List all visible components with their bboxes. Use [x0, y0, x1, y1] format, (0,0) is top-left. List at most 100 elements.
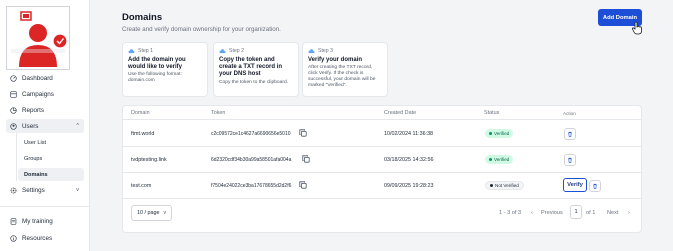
- sidebar-divider: [0, 206, 90, 207]
- token-cell: f7504e24022ce3ba17678655d2d2f6: [211, 183, 292, 189]
- step-card-3: Step 3 Verify your domain After creating…: [302, 42, 388, 97]
- sidebar-item-label: Dashboard: [22, 74, 53, 82]
- sidebar-item-users[interactable]: Users ^: [6, 119, 84, 133]
- step-description: After creating the TXT record, click Ver…: [308, 65, 376, 89]
- step-card-1: Step 1 Add the domain you would like to …: [122, 42, 208, 97]
- page-subtitle: Create and verify domain ownership for y…: [122, 26, 281, 33]
- subitem-label: User List: [24, 139, 47, 146]
- step-card-2: Step 2 Copy the token and create a TXT r…: [213, 42, 299, 97]
- column-header-status: Status: [484, 110, 500, 116]
- next-button[interactable]: Next: [607, 210, 619, 216]
- subitem-label: Groups: [24, 155, 43, 162]
- logo-icon: [11, 11, 68, 67]
- chevron-down-icon: v: [76, 187, 79, 193]
- token-cell: c2c09572ce1c4627a6690656e5010: [211, 131, 291, 137]
- sidebar-subitem-domains[interactable]: Domains: [18, 168, 84, 181]
- gear-icon: [10, 187, 17, 194]
- page-total: of 1: [586, 210, 596, 216]
- sidebar-item-reports[interactable]: Reports: [6, 103, 84, 117]
- chevron-up-icon: ^: [76, 123, 79, 129]
- sidebar-item-label: Resources: [22, 234, 53, 242]
- sidebar-item-settings[interactable]: Settings v: [6, 183, 84, 197]
- column-header-created: Created Date: [384, 110, 417, 116]
- status-text: Verified: [494, 131, 510, 136]
- sidebar-item-my-training[interactable]: My training: [6, 214, 84, 228]
- step-label: Step 1: [138, 48, 153, 54]
- pagination-range: 1 - 3 of 3: [499, 210, 522, 216]
- campaigns-icon: [10, 90, 17, 98]
- org-logo: [6, 6, 70, 70]
- reports-icon: [10, 106, 17, 114]
- status-text: Verified: [494, 157, 510, 162]
- sidebar-item-label: Reports: [22, 106, 45, 114]
- step-label: Step 2: [229, 48, 244, 54]
- app-root: Dashboard Campaigns Reports Users ^ User…: [0, 0, 673, 251]
- column-header-domain: Domain: [131, 110, 150, 116]
- previous-button[interactable]: Previous: [541, 210, 563, 216]
- status-text: Not Verified: [495, 183, 519, 188]
- page-size-select[interactable]: 10 / page v: [131, 205, 172, 221]
- created-date-cell: 03/18/2025 14:32:56: [384, 157, 434, 163]
- trash-icon: [568, 157, 572, 163]
- chevron-left-icon[interactable]: ‹: [531, 210, 533, 216]
- table-row: test.com f7504e24022ce3ba17678655d2d2f6 …: [123, 173, 641, 199]
- sidebar-item-campaigns[interactable]: Campaigns: [6, 87, 84, 101]
- subitem-label: Domains: [24, 171, 48, 178]
- sidebar-item-label: Settings: [22, 186, 45, 194]
- status-dot: [490, 184, 493, 187]
- delete-button[interactable]: [564, 154, 576, 166]
- cloud-icon: [128, 49, 135, 54]
- sidebar: Dashboard Campaigns Reports Users ^ User…: [0, 0, 90, 251]
- status-dot: [489, 132, 492, 135]
- step-description: Use the following format: domain.com: [128, 72, 182, 84]
- delete-button[interactable]: [589, 180, 601, 192]
- hand-cursor-icon: [632, 21, 642, 35]
- status-dot: [489, 158, 492, 161]
- created-date-cell: 10/02/2024 11:36:38: [384, 131, 434, 137]
- delete-button[interactable]: [564, 128, 576, 140]
- step-title: Copy the token and create a TXT record i…: [219, 57, 283, 78]
- sidebar-item-label: My training: [22, 217, 53, 225]
- sidebar-item-dashboard[interactable]: Dashboard: [6, 71, 84, 85]
- chevron-down-icon: v: [163, 210, 167, 216]
- page-size-value: 10 / page: [137, 210, 160, 216]
- domain-cell: tvdptesting.link: [131, 157, 167, 163]
- status-badge: Verified: [485, 155, 514, 164]
- copy-icon[interactable]: [302, 155, 310, 163]
- table-row: ftmt.world c2c09572ce1c4627a6690656e5010…: [123, 121, 641, 147]
- verify-button[interactable]: Verify: [563, 178, 587, 192]
- cloud-icon: [219, 49, 226, 54]
- cloud-icon: [308, 49, 315, 54]
- sidebar-item-label: Campaigns: [22, 90, 54, 98]
- status-badge: Not Verified: [485, 181, 524, 190]
- token-cell: 6d2320cdf34b30a99a58501afa004a: [211, 157, 292, 163]
- dashboard-icon: [10, 74, 17, 82]
- table-header: Domain Token Created Date Status Action: [123, 106, 641, 120]
- step-title: Verify your domain: [308, 57, 363, 63]
- created-date-cell: 09/09/2025 19:28:23: [384, 183, 434, 189]
- trash-icon: [593, 183, 597, 189]
- resources-icon: [10, 234, 17, 242]
- status-badge: Verified: [485, 129, 514, 138]
- sidebar-item-resources[interactable]: Resources: [6, 231, 84, 245]
- page-number-input[interactable]: 1: [570, 205, 582, 219]
- sidebar-subitem-groups[interactable]: Groups: [18, 152, 84, 165]
- copy-icon[interactable]: [299, 129, 307, 137]
- column-header-token: Token: [211, 110, 226, 116]
- step-label: Step 3: [318, 48, 333, 54]
- domains-table-card: Domain Token Created Date Status Action …: [122, 105, 642, 233]
- domain-cell: ftmt.world: [131, 131, 155, 137]
- domain-cell: test.com: [131, 183, 152, 189]
- copy-icon[interactable]: [299, 181, 307, 189]
- page-title: Domains: [122, 12, 163, 23]
- table-row: tvdptesting.link 6d2320cdf34b30a99a58501…: [123, 147, 641, 173]
- sidebar-subitem-user-list[interactable]: User List: [18, 136, 84, 149]
- sidebar-item-label: Users: [22, 122, 39, 130]
- submenu-guide-line: [16, 133, 17, 181]
- step-title: Add the domain you would like to verify: [128, 57, 186, 71]
- users-icon: [10, 122, 17, 130]
- chevron-right-icon[interactable]: ›: [628, 210, 630, 216]
- step-description: Copy the token to the clipboard.: [219, 79, 289, 85]
- trash-icon: [568, 131, 572, 137]
- training-icon: [10, 217, 17, 225]
